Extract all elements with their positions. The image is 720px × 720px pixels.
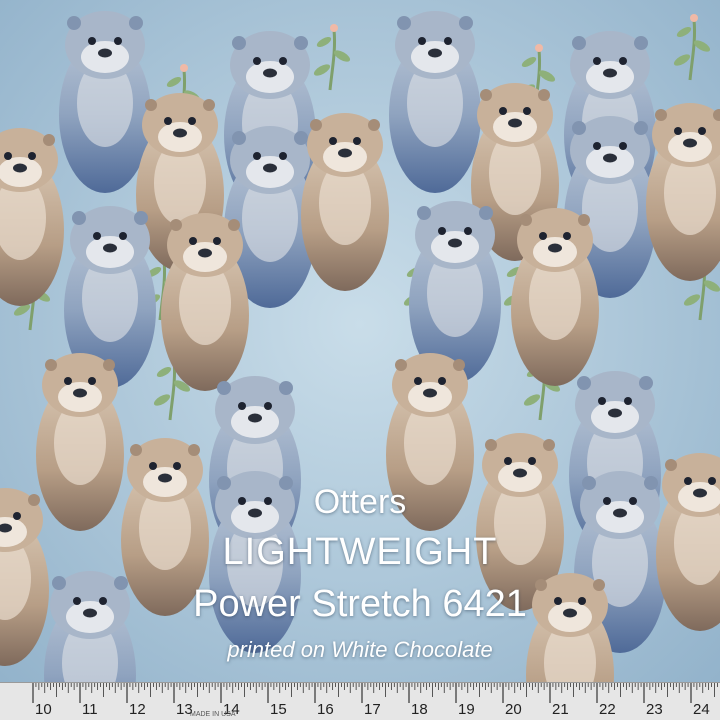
measuring-ruler: 10 11 12 13 14 15 16 17 18 19 20 21 22 23 24 MADE IN U… (0, 682, 720, 720)
ruler-number: 24 (693, 701, 710, 718)
otter-figure (646, 103, 720, 281)
ruler-number: 20 (505, 701, 522, 718)
ruler-number: 12 (129, 701, 146, 718)
otter-figure (389, 11, 481, 193)
product-base-color: printed on White Chocolate (227, 637, 493, 662)
ruler-number: 17 (364, 701, 381, 718)
otter-figure (161, 213, 249, 391)
ruler-number: 18 (411, 701, 428, 718)
ruler-number: 21 (552, 701, 569, 718)
ruler-number: 11 (82, 701, 98, 718)
ruler-imprint: MADE IN USA (190, 711, 236, 718)
ruler-number: 16 (317, 701, 334, 718)
product-name: Otters (313, 483, 407, 521)
ruler-number: 15 (270, 701, 287, 718)
ruler-number: 10 (35, 701, 52, 718)
product-fabric: Power Stretch 6421 (193, 583, 527, 625)
otter-figure (511, 208, 599, 386)
otter-figure (59, 11, 151, 193)
ruler-number: 23 (646, 701, 663, 718)
product-weight: LIGHTWEIGHT (222, 531, 498, 573)
otter-figure (301, 113, 389, 291)
ruler-number: 22 (599, 701, 616, 718)
ruler-number: 19 (458, 701, 475, 718)
